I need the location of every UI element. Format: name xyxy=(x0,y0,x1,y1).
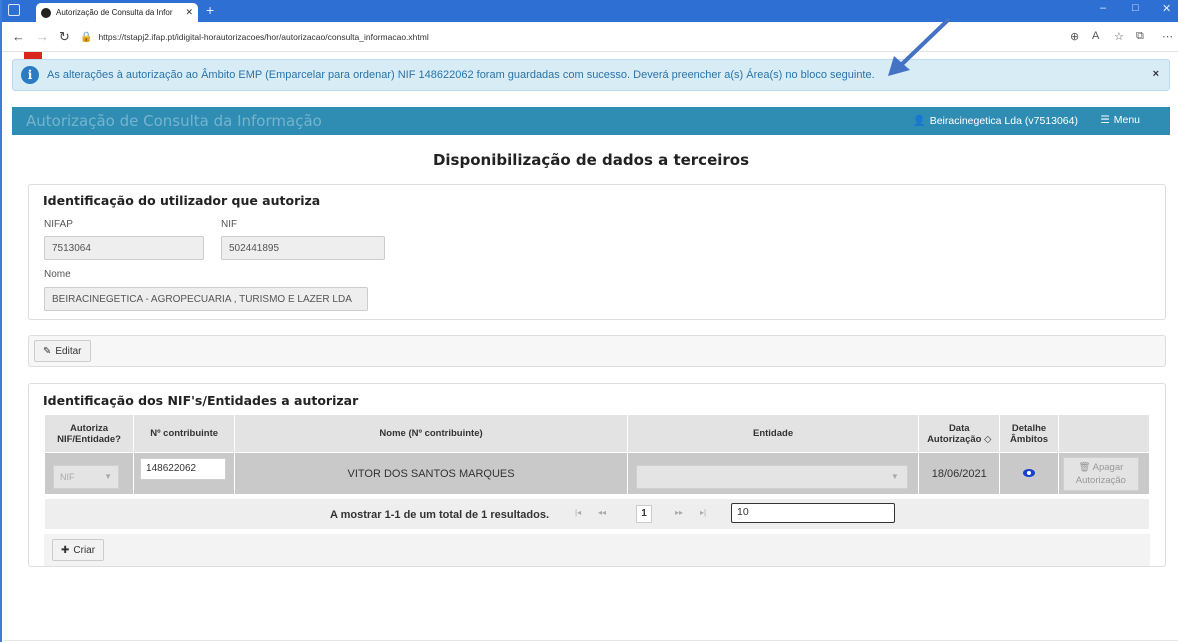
user-panel-heading: Identificação do utilizador que autoriza xyxy=(43,193,321,208)
app-title: Autorização de Consulta da Informação xyxy=(26,112,322,130)
contribuinte-input[interactable]: 148622062 xyxy=(140,458,227,480)
minimize-icon[interactable]: – xyxy=(1100,2,1106,14)
hamburger-icon: ☰ xyxy=(1100,114,1110,126)
cell-detalhe xyxy=(999,452,1059,495)
forward-icon[interactable]: → xyxy=(36,29,49,44)
browser-window: Autorização de Consulta da Infor ✕ + – □… xyxy=(0,0,1178,642)
tab-close-icon[interactable]: ✕ xyxy=(185,7,193,18)
url-field[interactable]: 🔒 https://tstapj2.ifap.pt/idigital-horau… xyxy=(80,27,1100,47)
autoriza-select[interactable]: NIF ▼ xyxy=(53,465,119,489)
page: i As alterações à autorização ao Âmbito … xyxy=(4,52,1178,642)
address-bar: ← → ↻ 🔒 https://tstapj2.ifap.pt/idigital… xyxy=(2,22,1178,52)
edit-label: Editar xyxy=(55,345,82,357)
last-page-icon[interactable]: ▸| xyxy=(700,508,706,517)
cell-data: 18/06/2021 xyxy=(918,452,1001,495)
back-icon[interactable]: ← xyxy=(12,29,25,44)
table-header: Autoriza NIF/Entidade? Nº contribuinte No… xyxy=(43,414,1151,453)
browser-tab[interactable]: Autorização de Consulta da Infor ✕ xyxy=(36,3,198,22)
nifap-field: 7513064 xyxy=(44,236,204,260)
more-icon[interactable]: ⋯ xyxy=(1162,30,1173,43)
zoom-icon[interactable]: ⊕ xyxy=(1070,30,1079,43)
url-text: https://tstapj2.ifap.pt/idigital-horauto… xyxy=(98,32,429,42)
pencil-icon: ✎ xyxy=(43,345,52,357)
col-data[interactable]: Data Autorização ◇ xyxy=(918,414,1001,453)
nif-panel-heading: Identificação dos NIF's/Entidades a auto… xyxy=(43,393,359,408)
col-autoriza: Autoriza NIF/Entidade? xyxy=(43,414,135,453)
window-menu-icon[interactable] xyxy=(8,4,20,16)
trash-icon: 🗑 xyxy=(1078,462,1091,473)
prev-page-icon[interactable]: ◂◂ xyxy=(598,508,606,517)
tab-title: Autorização de Consulta da Infor xyxy=(56,8,173,17)
favicon-icon xyxy=(41,7,51,18)
page-title: Disponibilização de dados a terceiros xyxy=(432,151,750,169)
edit-toolbar: ✎ Editar xyxy=(28,335,1166,367)
favorites-icon[interactable]: ☆ xyxy=(1114,30,1124,43)
chevron-down-icon: ▼ xyxy=(890,472,899,481)
nif-label: NIF xyxy=(221,219,238,230)
entidade-select[interactable]: ▼ xyxy=(635,465,908,489)
edit-button[interactable]: ✎ Editar xyxy=(34,340,91,362)
alert-message: As alterações à autorização ao Âmbito EM… xyxy=(47,69,875,81)
user-name: Beiracinegetica Lda (v7513064) xyxy=(929,114,1078,127)
first-page-icon[interactable]: |◂ xyxy=(575,508,581,517)
eye-icon[interactable] xyxy=(1023,468,1036,477)
nome-field: BEIRACINEGETICA - AGROPECUARIA , TURISMO… xyxy=(44,287,368,311)
lock-icon: 🔒 xyxy=(80,31,93,43)
user-icon: 👤 xyxy=(912,115,926,127)
menu-button[interactable]: ☰ Menu xyxy=(1100,114,1140,126)
criar-button[interactable]: ✚ Criar xyxy=(52,539,105,561)
cell-entidade: ▼ xyxy=(626,452,920,495)
chevron-down-icon: ▼ xyxy=(104,472,112,481)
next-page-icon[interactable]: ▸▸ xyxy=(675,508,683,517)
nif-table: Autoriza NIF/Entidade? Nº contribuinte No… xyxy=(43,414,1151,495)
nif-panel: Identificação dos NIF's/Entidades a auto… xyxy=(28,383,1166,567)
user-panel: Identificação do utilizador que autoriza… xyxy=(28,184,1166,320)
current-page[interactable]: 1 xyxy=(636,505,652,523)
menu-label: Menu xyxy=(1113,114,1140,126)
col-entidade: Entidade xyxy=(626,414,920,453)
cell-autoriza: NIF ▼ xyxy=(43,452,135,495)
criar-label: Criar xyxy=(73,544,96,556)
refresh-icon[interactable]: ↻ xyxy=(59,29,70,45)
nome-label: Nome xyxy=(44,269,71,280)
col-detalhe: Detalhe Âmbitos xyxy=(999,414,1059,453)
plus-icon: ✚ xyxy=(61,544,70,556)
col-nome: Nome (Nº contribuinte) xyxy=(234,414,628,453)
success-alert: i As alterações à autorização ao Âmbito … xyxy=(12,59,1170,91)
tab-strip: Autorização de Consulta da Infor ✕ + – □… xyxy=(2,0,1178,22)
table-row: NIF ▼ 148622062 VITOR DOS SANTOS MARQUES … xyxy=(43,452,1151,495)
maximize-icon[interactable]: □ xyxy=(1132,2,1139,14)
paginator-text: A mostrar 1-1 de um total de 1 resultado… xyxy=(330,509,550,521)
col-actions xyxy=(1057,414,1151,453)
app-header: Autorização de Consulta da Informação 👤 … xyxy=(12,107,1170,135)
new-tab-button[interactable]: + xyxy=(206,2,214,18)
alert-close-icon[interactable]: × xyxy=(1153,68,1159,80)
criar-toolbar: ✚ Criar xyxy=(44,534,1150,566)
user-menu[interactable]: 👤 Beiracinegetica Lda (v7513064) xyxy=(912,114,1078,128)
rows-per-page-select[interactable]: 10 xyxy=(731,503,895,523)
cell-actions: 🗑 Apagar Autorização xyxy=(1057,452,1151,495)
collections-icon[interactable]: ⧉ xyxy=(1136,30,1144,43)
cell-nome: VITOR DOS SANTOS MARQUES xyxy=(234,452,628,495)
window-close-icon[interactable]: ✕ xyxy=(1162,2,1171,15)
info-icon: i xyxy=(21,66,39,84)
nifap-label: NIFAP xyxy=(44,219,73,230)
read-aloud-icon[interactable]: A xyxy=(1092,30,1099,42)
apagar-button[interactable]: 🗑 Apagar Autorização xyxy=(1062,457,1139,491)
nif-field: 502441895 xyxy=(221,236,385,260)
divider xyxy=(4,640,1178,641)
col-contribuinte: Nº contribuinte xyxy=(133,414,236,453)
cell-contribuinte: 148622062 xyxy=(133,452,236,495)
paginator: A mostrar 1-1 de um total de 1 resultado… xyxy=(44,498,1150,530)
